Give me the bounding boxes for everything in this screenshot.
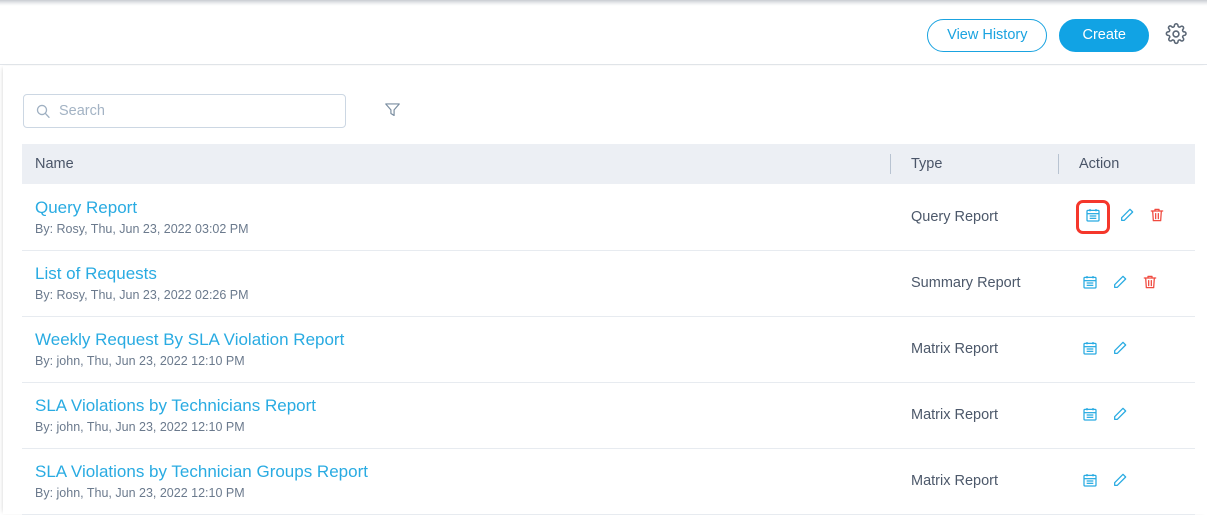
cell-action — [1058, 316, 1195, 383]
report-name-link[interactable]: Query Report — [35, 197, 890, 219]
search-icon — [35, 103, 51, 119]
page-header: View History Create — [0, 6, 1207, 65]
table-header-row: Name Type Action — [22, 144, 1195, 184]
report-meta: By: john, Thu, Jun 23, 2022 12:10 PM — [35, 420, 245, 434]
schedule-report-button[interactable] — [1079, 404, 1101, 426]
view-history-button[interactable]: View History — [927, 19, 1048, 52]
cell-type: Matrix Report — [890, 382, 1058, 449]
schedule-calendar-icon — [1082, 340, 1098, 359]
schedule-calendar-icon — [1082, 406, 1098, 425]
settings-button[interactable] — [1163, 23, 1189, 49]
reports-panel: Name Type Action Query Report By: Rosy, … — [3, 66, 1207, 515]
schedule-calendar-icon — [1082, 472, 1098, 491]
edit-pencil-icon — [1112, 472, 1128, 491]
cell-action — [1058, 382, 1195, 449]
schedule-calendar-icon — [1085, 207, 1101, 226]
column-header-action: Action — [1058, 144, 1195, 184]
report-meta: By: Rosy, Thu, Jun 23, 2022 03:02 PM — [35, 221, 249, 236]
cell-action — [1058, 448, 1195, 515]
column-header-type[interactable]: Type — [890, 144, 1058, 184]
reports-table-container: Name Type Action Query Report By: Rosy, … — [22, 144, 1195, 515]
cell-type: Query Report — [890, 184, 1058, 251]
table-row: Query Report By: Rosy, Thu, Jun 23, 2022… — [22, 184, 1195, 251]
cell-name: List of Requests By: Rosy, Thu, Jun 23, … — [22, 250, 890, 317]
report-name-link[interactable]: Weekly Request By SLA Violation Report — [35, 329, 890, 351]
edit-pencil-icon — [1112, 406, 1128, 425]
gear-icon — [1165, 23, 1187, 48]
row-action-group — [1079, 338, 1195, 360]
cell-action — [1058, 184, 1195, 251]
search-box[interactable] — [23, 94, 346, 128]
cell-name: Weekly Request By SLA Violation Report B… — [22, 316, 890, 383]
delete-report-button[interactable] — [1139, 272, 1161, 294]
row-action-group — [1079, 470, 1195, 492]
edit-report-button[interactable] — [1109, 272, 1131, 294]
edit-pencil-icon — [1112, 274, 1128, 293]
create-button[interactable]: Create — [1059, 19, 1149, 52]
funnel-filter-icon — [383, 100, 402, 122]
column-header-name[interactable]: Name — [22, 144, 890, 184]
edit-report-button[interactable] — [1109, 404, 1131, 426]
filter-button[interactable] — [380, 99, 404, 123]
cell-action — [1058, 250, 1195, 317]
report-name-link[interactable]: List of Requests — [35, 263, 890, 285]
row-action-group — [1076, 199, 1195, 234]
schedule-action-wrapper — [1076, 199, 1110, 234]
report-name-link[interactable]: SLA Violations by Technician Groups Repo… — [35, 461, 890, 483]
row-action-group — [1079, 404, 1195, 426]
table-body: Query Report By: Rosy, Thu, Jun 23, 2022… — [22, 184, 1195, 515]
table-row: SLA Violations by Technician Groups Repo… — [22, 448, 1195, 515]
table-row: Weekly Request By SLA Violation Report B… — [22, 316, 1195, 383]
cell-name: SLA Violations by Technicians Report By:… — [22, 382, 890, 449]
table-row: List of Requests By: Rosy, Thu, Jun 23, … — [22, 250, 1195, 317]
cell-type: Summary Report — [890, 250, 1058, 317]
report-meta: By: Rosy, Thu, Jun 23, 2022 02:26 PM — [35, 288, 249, 302]
search-input[interactable] — [59, 103, 345, 119]
row-action-group — [1079, 272, 1195, 294]
toolbar — [23, 94, 404, 128]
delete-trash-icon — [1142, 274, 1158, 293]
delete-trash-icon — [1149, 207, 1165, 226]
schedule-report-button[interactable] — [1079, 272, 1101, 294]
cell-type: Matrix Report — [890, 448, 1058, 515]
header-action-group: View History Create — [927, 6, 1189, 65]
edit-pencil-icon — [1119, 207, 1135, 226]
cell-name: Query Report By: Rosy, Thu, Jun 23, 2022… — [22, 184, 890, 251]
report-meta: By: john, Thu, Jun 23, 2022 12:10 PM — [35, 354, 245, 368]
edit-report-button[interactable] — [1109, 338, 1131, 360]
report-name-link[interactable]: SLA Violations by Technicians Report — [35, 395, 890, 417]
delete-report-button[interactable] — [1146, 206, 1168, 228]
cell-type: Matrix Report — [890, 316, 1058, 383]
reports-table: Name Type Action Query Report By: Rosy, … — [22, 144, 1195, 515]
edit-pencil-icon — [1112, 340, 1128, 359]
cell-name: SLA Violations by Technician Groups Repo… — [22, 448, 890, 515]
schedule-calendar-icon — [1082, 274, 1098, 293]
edit-report-button[interactable] — [1109, 470, 1131, 492]
schedule-report-button[interactable] — [1079, 338, 1101, 360]
report-meta: By: john, Thu, Jun 23, 2022 12:10 PM — [35, 486, 245, 500]
schedule-report-button[interactable] — [1076, 199, 1110, 234]
edit-report-button[interactable] — [1116, 206, 1138, 228]
table-row: SLA Violations by Technicians Report By:… — [22, 382, 1195, 449]
schedule-report-button[interactable] — [1079, 470, 1101, 492]
table-head: Name Type Action — [22, 144, 1195, 184]
